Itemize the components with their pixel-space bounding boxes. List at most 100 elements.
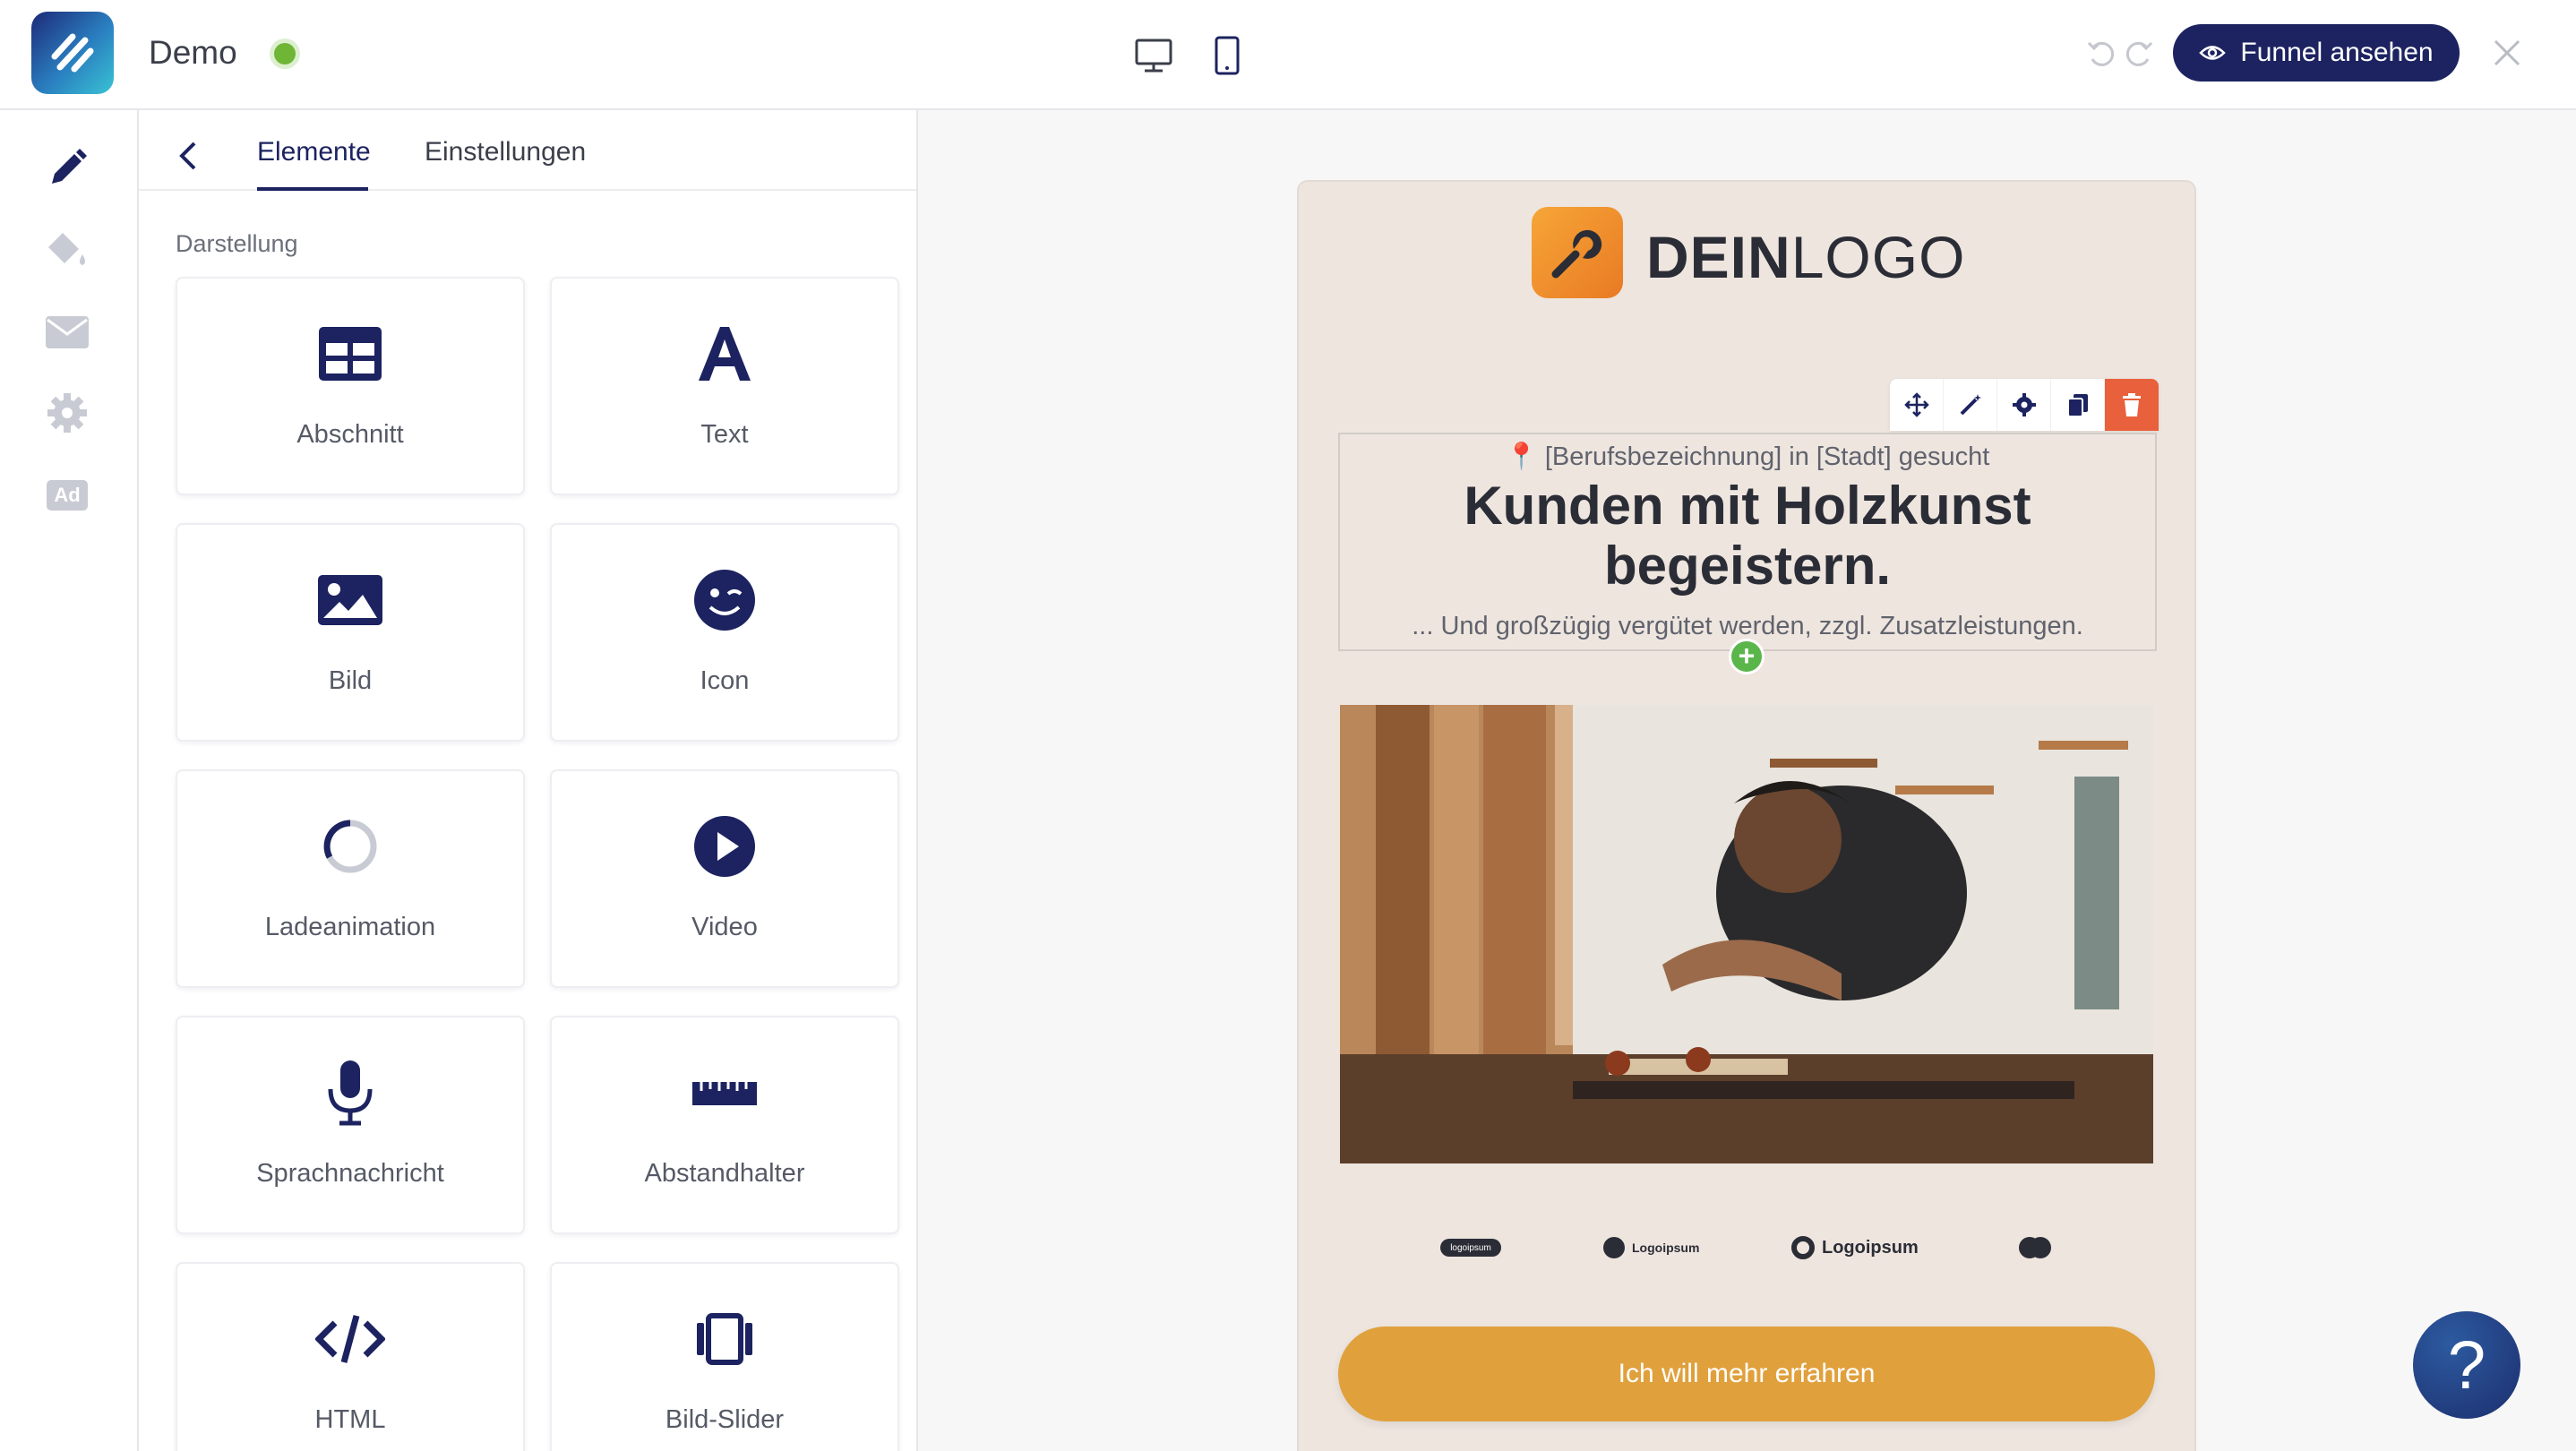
help-button[interactable]: ? <box>2413 1311 2520 1419</box>
client-logo-2: Logoipsum <box>1603 1230 1699 1266</box>
back-button[interactable] <box>166 133 210 178</box>
element-settings-button[interactable] <box>1997 379 2051 431</box>
duplicate-element-button[interactable] <box>2051 379 2105 431</box>
headline[interactable]: Kunden mit Holzkunst begeistern. <box>1340 476 2155 596</box>
job-title-line[interactable]: 📍 [Berufsbezeichnung] in [Stadt] gesucht <box>1340 442 2155 472</box>
paint-bucket-icon <box>48 233 85 265</box>
element-card-bild-slider[interactable]: Bild-Slider <box>550 1262 899 1451</box>
magic-wand-icon <box>1960 394 1981 416</box>
close-icon <box>2494 39 2520 66</box>
microphone-icon <box>328 1060 373 1126</box>
client-logos-row: logoipsum Logoipsum Logoipsum <box>1299 1221 2194 1275</box>
element-card-icon[interactable]: Icon <box>550 523 899 742</box>
app-logo[interactable] <box>31 12 114 94</box>
subheadline[interactable]: ... Und großzügig vergütet werden, zzgl.… <box>1340 612 2155 641</box>
ad-icon-label: Ad <box>54 484 81 506</box>
element-toolbar <box>1890 379 2159 431</box>
element-card-abschnitt[interactable]: Abschnitt <box>176 277 525 495</box>
status-indicator <box>274 43 296 64</box>
client-logo-4 <box>2019 1230 2051 1266</box>
element-card-sprachnachricht[interactable]: Sprachnachricht <box>176 1016 525 1234</box>
element-card-text[interactable]: Text <box>550 277 899 495</box>
move-element-button[interactable] <box>1890 379 1944 431</box>
view-funnel-button[interactable]: Funnel ansehen <box>2173 24 2460 82</box>
style-element-button[interactable] <box>1944 379 1997 431</box>
funnel-preview: DEINLOGO 📍 [Berufsbezeichnung] in [Stadt… <box>1299 182 2194 1451</box>
trash-icon <box>2123 393 2141 416</box>
top-bar: Demo Funnel ansehen <box>0 0 2576 110</box>
copy-icon <box>2066 394 2088 417</box>
section-grid-icon <box>319 327 382 381</box>
logo-mark-icon <box>1603 1237 1625 1258</box>
ruler-icon <box>692 1082 757 1105</box>
mobile-view-button[interactable] <box>1200 29 1254 82</box>
mail-icon <box>46 316 89 348</box>
close-editor-button[interactable] <box>2488 34 2526 72</box>
panel-header: Elemente Einstellungen <box>139 110 916 191</box>
logo-ring-icon <box>1791 1236 1815 1259</box>
code-icon <box>315 1315 385 1363</box>
rail-item-design[interactable] <box>40 223 94 277</box>
client-logo-1-pill: logoipsum <box>1440 1239 1501 1257</box>
cta-button[interactable]: Ich will mehr erfahren <box>1338 1327 2155 1421</box>
element-card-label: Ladeanimation <box>264 913 436 941</box>
element-card-label: Icon <box>700 666 750 695</box>
active-tab-indicator <box>257 187 368 191</box>
redo-icon <box>2125 41 2153 66</box>
desktop-view-button[interactable] <box>1127 29 1181 82</box>
undo-button[interactable] <box>2083 36 2119 72</box>
gear-icon <box>47 393 87 433</box>
logo-circles-icon-2 <box>2030 1237 2051 1258</box>
element-card-label: Bild <box>328 666 373 695</box>
pencil-icon <box>52 149 87 184</box>
element-card-video[interactable]: Video <box>550 769 899 988</box>
move-icon <box>1903 392 1929 417</box>
tab-einstellungen[interactable]: Einstellungen <box>425 137 586 167</box>
loader-icon <box>323 820 377 873</box>
client-logo-1: logoipsum <box>1440 1230 1501 1266</box>
element-card-ladeanimation[interactable]: Ladeanimation <box>176 769 525 988</box>
eye-icon <box>2199 46 2227 60</box>
client-logo-1-label: logoipsum <box>1450 1242 1491 1253</box>
hero-image[interactable] <box>1340 705 2153 1163</box>
project-name[interactable]: Demo <box>149 34 237 72</box>
add-element-button[interactable]: + <box>1729 639 1765 674</box>
brand-logo-mark <box>1532 207 1623 298</box>
gear-icon <box>2012 393 2036 416</box>
delete-element-button[interactable] <box>2105 379 2159 431</box>
client-logo-3-label: Logoipsum <box>1822 1237 1919 1258</box>
element-card-label: Abstandhalter <box>644 1159 805 1188</box>
wrench-icon <box>1551 229 1602 279</box>
rail-item-mail[interactable] <box>40 305 94 359</box>
elements-panel: Elemente Einstellungen Darstellung Absch… <box>139 110 918 1451</box>
wink-smiley-icon <box>694 570 755 631</box>
rail-item-settings[interactable] <box>40 386 94 440</box>
text-a-icon <box>699 327 751 381</box>
element-card-bild[interactable]: Bild <box>176 523 525 742</box>
workshop-photo <box>1340 705 2153 1163</box>
mobile-icon <box>1215 36 1240 75</box>
tool-rail: Ad <box>0 110 139 1451</box>
rail-item-ads[interactable]: Ad <box>40 468 94 522</box>
image-icon <box>318 575 382 625</box>
section-label: Darstellung <box>176 230 298 257</box>
chevron-left-icon <box>179 142 196 170</box>
ad-icon: Ad <box>47 480 88 511</box>
help-icon: ? <box>2447 1327 2486 1404</box>
redo-button[interactable] <box>2121 36 2157 72</box>
selected-text-block[interactable]: 📍 [Berufsbezeichnung] in [Stadt] gesucht… <box>1338 433 2157 651</box>
client-logo-3: Logoipsum <box>1791 1230 1919 1266</box>
rail-item-edit[interactable] <box>40 142 94 195</box>
element-card-html[interactable]: HTML <box>176 1262 525 1451</box>
app-logo-icon <box>51 33 94 73</box>
element-card-label: Bild-Slider <box>665 1405 785 1434</box>
tab-elemente[interactable]: Elemente <box>257 137 371 167</box>
job-title-text: [Berufsbezeichnung] in [Stadt] gesucht <box>1544 442 1990 471</box>
image-slider-icon <box>697 1313 752 1365</box>
client-logo-2-label: Logoipsum <box>1632 1241 1700 1255</box>
element-card-abstandhalter[interactable]: Abstandhalter <box>550 1016 899 1234</box>
plus-icon: + <box>1738 640 1756 672</box>
location-pin-icon: 📍 <box>1505 442 1538 471</box>
element-card-label: Text <box>700 420 749 449</box>
element-card-label: Sprachnachricht <box>256 1159 444 1188</box>
